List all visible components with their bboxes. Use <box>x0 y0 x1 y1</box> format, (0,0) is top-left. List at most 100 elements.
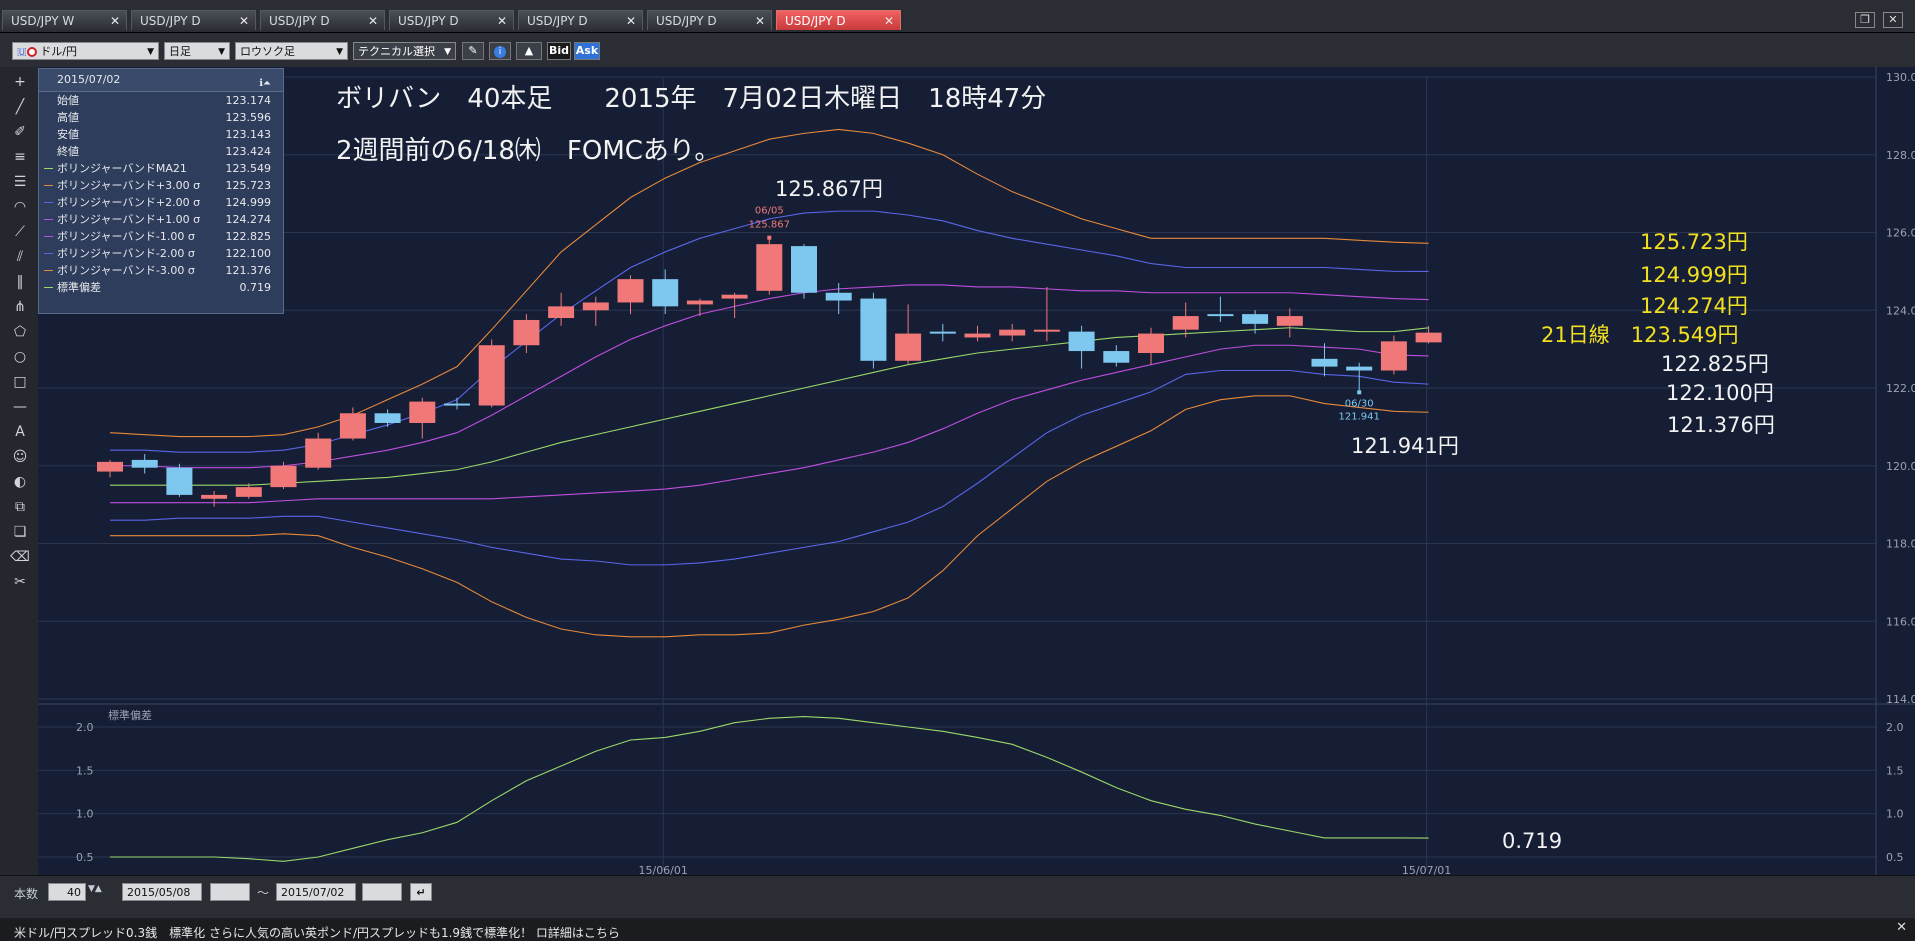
range-tilde: ～ <box>257 886 270 900</box>
title-line1: ボリバン 40本足 2015年 7月02日木曜日 18時47分 <box>336 84 1047 114</box>
info-row: 高値 123.596 <box>39 109 283 126</box>
time-from-input[interactable] <box>210 883 250 901</box>
tab-close-icon[interactable]: ✕ <box>110 11 120 31</box>
tab-label: USD/JPY W <box>11 14 75 28</box>
pencil-icon: ✎ <box>468 44 478 57</box>
tab-5[interactable]: USD/JPY D ✕ <box>647 10 772 30</box>
return-button[interactable]: ↵ <box>410 883 432 901</box>
band-m3-label: 121.376円 <box>1667 413 1775 437</box>
tab-bar: USD/JPY W ✕ USD/JPY D ✕ USD/JPY D ✕ USD/JPY D ✕… <box>0 0 1915 33</box>
channel-icon[interactable]: ☰ <box>10 172 30 192</box>
vertical-lines-icon[interactable]: ‖ <box>10 272 30 292</box>
pencil-button[interactable]: ✎ <box>462 42 484 60</box>
price-chart[interactable]: 130.00 128.00 126.00 124.00 122.00 120.00 118.… <box>38 67 1915 875</box>
pentagon-icon[interactable]: ⬠ <box>10 322 30 342</box>
std-panel-title: 標準偏差 <box>108 708 152 722</box>
ask-button[interactable]: Ask <box>574 42 600 60</box>
ruler-icon[interactable]: ✐ <box>10 122 30 142</box>
drawing-tools: + ╱ ✐ ≡ ☰ ◠ ⟋ ⫽ ‖ ⋔ ⬠ ○ □ — A ☺ ◐ ⧉ ❏ ⌫ … <box>0 67 39 875</box>
magnet-icon[interactable]: ◐ <box>10 472 30 492</box>
fan-icon[interactable]: ⟋ <box>10 222 30 242</box>
horizontal-lines-icon[interactable]: ≡ <box>10 147 30 167</box>
info-row-value: 122.825 <box>225 230 272 243</box>
tab-6[interactable]: USD/JPY D ✕ <box>776 10 901 30</box>
copy-icon[interactable]: ⧉ <box>10 497 30 517</box>
trendline-icon[interactable]: ╱ <box>10 97 30 117</box>
ticker-close-icon[interactable]: ✕ <box>1896 920 1907 935</box>
info-row: ボリンジャーバンド+2.00 σ 124.999 <box>39 194 283 211</box>
chevron-down-icon: ▼ <box>444 47 451 57</box>
smiley-icon[interactable]: ☺ <box>10 447 30 467</box>
date-from-input[interactable]: 2015/05/08 <box>122 883 202 901</box>
crosshair-icon[interactable]: + <box>10 72 30 92</box>
gann-icon[interactable]: ⫽ <box>10 247 30 267</box>
info-row: ボリンジャーバンド-1.00 σ 122.825 <box>39 228 283 245</box>
candle-body <box>929 331 956 334</box>
info-icon: i <box>494 46 506 58</box>
y-tick-label: 114.00 <box>1886 693 1915 706</box>
time-to-input[interactable] <box>362 883 402 901</box>
timeframe-select[interactable]: 日足 ▼ <box>164 42 230 60</box>
info-row: ボリンジャーバンドMA21 123.549 <box>39 160 283 177</box>
layers-icon[interactable]: ❏ <box>10 522 30 542</box>
tab-close-icon[interactable]: ✕ <box>497 11 507 31</box>
candle-body <box>270 465 297 488</box>
chart-area[interactable]: 130.00 128.00 126.00 124.00 122.00 120.00 118.… <box>38 67 1915 875</box>
technical-select[interactable]: テクニカル選択 ▼ <box>353 42 456 60</box>
count-input[interactable]: 40 <box>48 883 86 901</box>
y-tick-label: 124.00 <box>1886 304 1915 317</box>
tab-close-icon[interactable]: ✕ <box>239 11 249 31</box>
sub-y-tick-left: 2.0 <box>76 721 94 734</box>
tab-close-icon[interactable]: ✕ <box>368 11 378 31</box>
high-marker-date: 06/05 <box>755 206 784 217</box>
hline-icon[interactable]: — <box>10 397 30 417</box>
y-tick-label: 128.00 <box>1886 149 1915 162</box>
tab-close-icon[interactable]: ✕ <box>884 11 894 31</box>
clear-icon[interactable]: ✂ <box>10 572 30 592</box>
text-icon[interactable]: A <box>10 422 30 442</box>
info-row: 安値 123.143 <box>39 126 283 143</box>
candle-body <box>166 467 193 495</box>
candle-body <box>1242 314 1269 324</box>
y-tick-label: 126.00 <box>1886 227 1915 240</box>
tab-close-icon[interactable]: ✕ <box>626 11 636 31</box>
series-swatch <box>44 287 53 288</box>
candle-body <box>791 246 817 293</box>
tab-close-icon[interactable]: ✕ <box>755 11 765 31</box>
mountain-icon: ▲ <box>524 44 534 57</box>
currency-pair-select[interactable]: 🇺 ドル/円 ▼ <box>12 42 159 60</box>
fibonacci-arc-icon[interactable]: ◠ <box>10 197 30 217</box>
timeframe-label: 日足 <box>169 45 191 58</box>
chart-type-select[interactable]: ロウソク足 ▼ <box>235 42 348 60</box>
rectangle-icon[interactable]: □ <box>10 372 30 392</box>
tab-1[interactable]: USD/JPY D ✕ <box>131 10 256 30</box>
tab-3[interactable]: USD/JPY D ✕ <box>389 10 514 30</box>
tab-0[interactable]: USD/JPY W ✕ <box>2 10 127 30</box>
tab-4[interactable]: USD/JPY D ✕ <box>518 10 643 30</box>
sub-y-tick-right: 1.0 <box>1886 808 1904 821</box>
info-row: 始値 123.174 <box>39 92 283 109</box>
count-stepper[interactable]: ▼▲ <box>88 884 102 894</box>
std-line <box>110 716 1429 862</box>
window-controls: ❐ ✕ <box>1855 12 1903 28</box>
candle-body <box>548 306 575 319</box>
close-icon[interactable]: ✕ <box>1883 12 1903 28</box>
band-p3-label: 125.723円 <box>1640 230 1748 254</box>
pitchfork-icon[interactable]: ⋔ <box>10 297 30 317</box>
info-button[interactable]: i <box>489 42 511 60</box>
high-label: 125.867円 <box>775 177 883 201</box>
info-date: 2015/07/02 <box>57 73 121 86</box>
high-marker-value: 125.867 <box>749 220 790 231</box>
restore-icon[interactable]: ❐ <box>1855 12 1875 28</box>
candle-body <box>721 294 748 299</box>
area-chart-button[interactable]: ▲ <box>516 42 542 60</box>
bid-button[interactable]: Bid <box>547 42 571 60</box>
chevron-down-icon: ▼ <box>218 47 225 57</box>
date-to-input[interactable]: 2015/07/02 <box>276 883 356 901</box>
circle-icon[interactable]: ○ <box>10 347 30 367</box>
eraser-icon[interactable]: ⌫ <box>10 547 30 567</box>
candle-body <box>444 403 470 406</box>
candle-body <box>756 244 783 291</box>
tab-2[interactable]: USD/JPY D ✕ <box>260 10 385 30</box>
news-ticker[interactable]: 米ドル/円スプレッド0.3銭 標準化 さらに人気の高い英ポンド/円スプレッドも1… <box>0 918 1915 941</box>
